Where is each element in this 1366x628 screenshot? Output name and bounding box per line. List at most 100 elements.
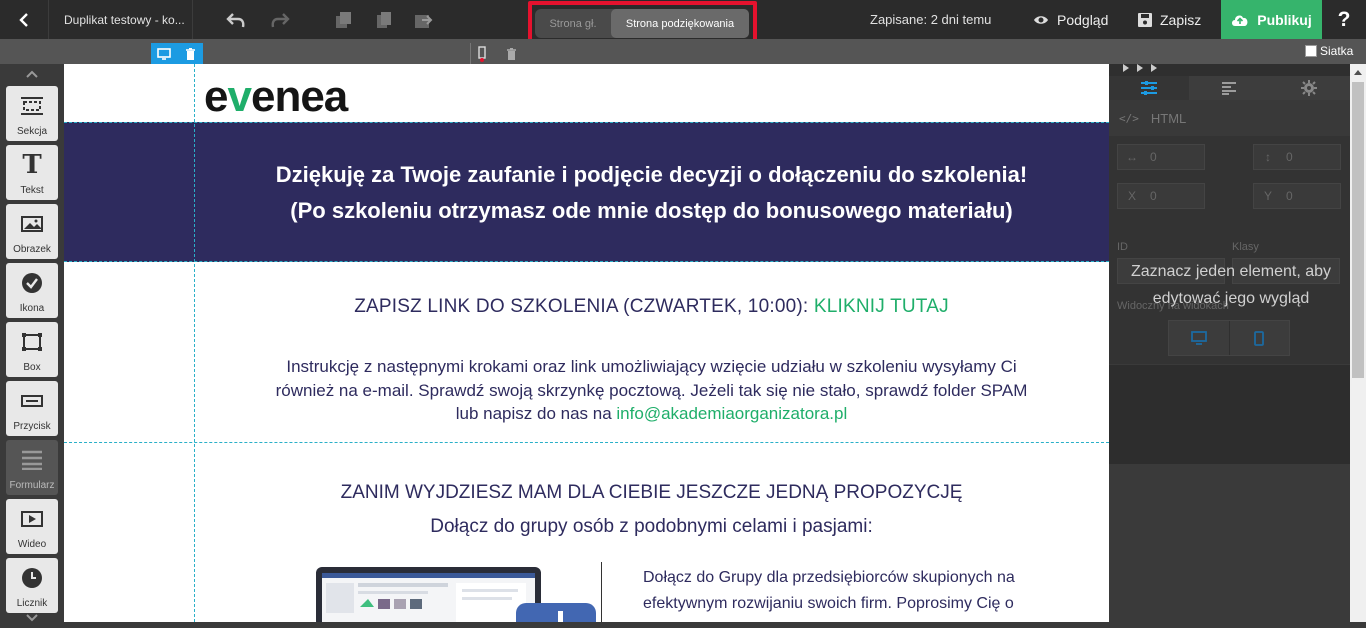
y-value: 0 [1286, 189, 1293, 203]
visible-mobile-button[interactable] [1230, 321, 1290, 355]
sidebar-item-label: Przycisk [13, 421, 51, 432]
sidebar-item-label: Sekcja [16, 126, 47, 137]
tab-thank-you-page[interactable]: Strona podziękowania [611, 9, 749, 38]
publish-button[interactable]: Publikuj [1221, 0, 1322, 39]
save-label: Zapisz [1160, 11, 1202, 28]
chevron-up-icon [1354, 70, 1362, 75]
panel-collapse-arrows[interactable] [1109, 64, 1350, 74]
redo-button[interactable] [262, 0, 298, 39]
tab-properties[interactable] [1109, 76, 1189, 100]
trash-icon [185, 47, 195, 60]
scrollbar-thumb[interactable] [1352, 82, 1364, 378]
instructions-paragraph[interactable]: Instrukcję z następnymi krokami oraz lin… [194, 355, 1109, 426]
image-icon [21, 216, 43, 232]
group-description[interactable]: Dołącz do Grupy dla przedsiębiorców skup… [643, 565, 1073, 617]
email-link[interactable]: info@akademiaorganizatora.pl [616, 404, 847, 423]
visibility-toggle[interactable] [1168, 320, 1290, 356]
text-icon: T [22, 150, 42, 180]
click-here-link[interactable]: KLIKNIJ TUTAJ [814, 296, 949, 317]
sidebar-item-label: Wideo [17, 539, 47, 550]
mobile-view-button[interactable] [472, 43, 492, 64]
gear-icon [1301, 80, 1317, 96]
publish-label: Publikuj [1257, 11, 1312, 28]
banner-heading[interactable]: Dziękuję za Twoje zaufanie i podjęcie de… [194, 157, 1109, 229]
form-icon [22, 450, 42, 470]
sidebar-scroll-up[interactable] [0, 64, 64, 84]
sidebar-item-label: Obrazek [13, 244, 51, 255]
tab-home-page[interactable]: Strona gł. [535, 9, 611, 38]
align-left-icon [1222, 82, 1236, 95]
properties-panel: </> HTML ↔ 0 ↕ 0 X 0 Y 0 ID Klasy Widocz… [1109, 64, 1350, 464]
html-section-header[interactable]: </> HTML [1109, 100, 1350, 136]
view-bar [0, 39, 1366, 64]
sidebar-item-timer[interactable]: Licznik [6, 558, 58, 613]
copy-icon [336, 11, 351, 28]
save-button[interactable]: Zapisz [1138, 0, 1201, 39]
height-field[interactable]: ↕ 0 [1253, 144, 1341, 170]
y-field[interactable]: Y 0 [1253, 183, 1341, 209]
sidebar-scroll-down[interactable] [0, 608, 64, 628]
copy-button[interactable] [326, 0, 362, 39]
width-field[interactable]: ↔ 0 [1117, 144, 1205, 170]
page-canvas[interactable]: evenea Dziękuję za Twoje zaufanie i podj… [64, 64, 1109, 622]
tab-text-align[interactable] [1189, 76, 1269, 100]
sidebar-item-box[interactable]: Box [6, 322, 58, 377]
html-label: HTML [1150, 110, 1187, 126]
logo-section[interactable]: evenea [64, 64, 1109, 122]
sidebar-item-image[interactable]: Obrazek [6, 204, 58, 259]
sidebar-item-label: Formularz [9, 480, 55, 491]
element-sidebar: Sekcja T Tekst Obrazek Ikona Box Przycis… [0, 64, 64, 622]
back-button[interactable] [0, 0, 49, 39]
facebook-group-screenshot[interactable] [316, 567, 596, 622]
trash-icon [506, 47, 516, 60]
view-divider [470, 43, 471, 64]
classes-label: Klasy [1232, 241, 1259, 253]
desktop-view-button[interactable] [151, 43, 177, 64]
delete-mobile-view-button[interactable] [500, 43, 522, 64]
sidebar-item-label: Tekst [20, 185, 44, 196]
cloud-upload-icon [1232, 15, 1248, 26]
document-title[interactable]: Duplikat testowy - ko... [50, 0, 193, 39]
grid-label: Siatka [1320, 44, 1354, 58]
panel-empty-area [1109, 364, 1350, 464]
training-link-heading[interactable]: ZAPISZ LINK DO SZKOLENIA (CZWARTEK, 10:0… [194, 296, 1109, 318]
visible-desktop-button[interactable] [1169, 321, 1230, 355]
banner-line-1: Dziękuję za Twoje zaufanie i podjęcie de… [275, 162, 1028, 187]
thank-you-banner[interactable]: Dziękuję za Twoje zaufanie i podjęcie de… [64, 122, 1109, 262]
sidebar-item-video[interactable]: Wideo [6, 499, 58, 554]
sidebar-item-label: Ikona [19, 303, 45, 314]
video-icon [21, 511, 43, 527]
monitor-icon [157, 47, 171, 60]
sidebar-item-form[interactable]: Formularz [6, 440, 58, 495]
grid-checkbox[interactable] [1305, 45, 1317, 57]
tab-settings[interactable] [1269, 76, 1349, 100]
redo-icon [271, 12, 290, 27]
top-toolbar: Duplikat testowy - ko... Strona gł. Stro… [0, 0, 1366, 45]
grid-toggle[interactable]: Siatka [1305, 44, 1353, 58]
section-icon [21, 97, 43, 115]
x-value: 0 [1150, 189, 1157, 203]
delete-desktop-view-button[interactable] [177, 43, 203, 64]
undo-button[interactable] [218, 0, 254, 39]
scroll-up-button[interactable] [1350, 64, 1366, 80]
sidebar-item-button[interactable]: Przycisk [6, 381, 58, 436]
clock-icon [22, 568, 42, 588]
offer-subheading[interactable]: Dołącz do grupy osób z podobnymi celami … [194, 516, 1109, 538]
x-field[interactable]: X 0 [1117, 183, 1205, 209]
eye-icon [1034, 15, 1048, 24]
phone-icon [478, 45, 486, 62]
preview-button[interactable]: Podgląd [1033, 0, 1108, 39]
chevron-up-icon [26, 70, 38, 78]
sidebar-item-icon[interactable]: Ikona [6, 263, 58, 318]
duplicate-button[interactable] [366, 0, 402, 39]
offer-heading[interactable]: ZANIM WYJDZIESZ MAM DLA CIEBIE JESZCZE J… [194, 482, 1109, 504]
evenea-logo[interactable]: evenea [204, 72, 348, 122]
banner-line-2: (Po szkoleniu otrzymasz ode mnie dostęp … [290, 198, 1013, 223]
move-button[interactable] [406, 0, 442, 39]
sidebar-item-text[interactable]: T Tekst [6, 145, 58, 200]
floppy-disk-icon [1138, 12, 1152, 27]
vertical-scrollbar[interactable] [1350, 64, 1366, 622]
sidebar-item-section[interactable]: Sekcja [6, 86, 58, 141]
help-button[interactable]: ? [1322, 0, 1366, 39]
column-guide-line [194, 64, 195, 622]
